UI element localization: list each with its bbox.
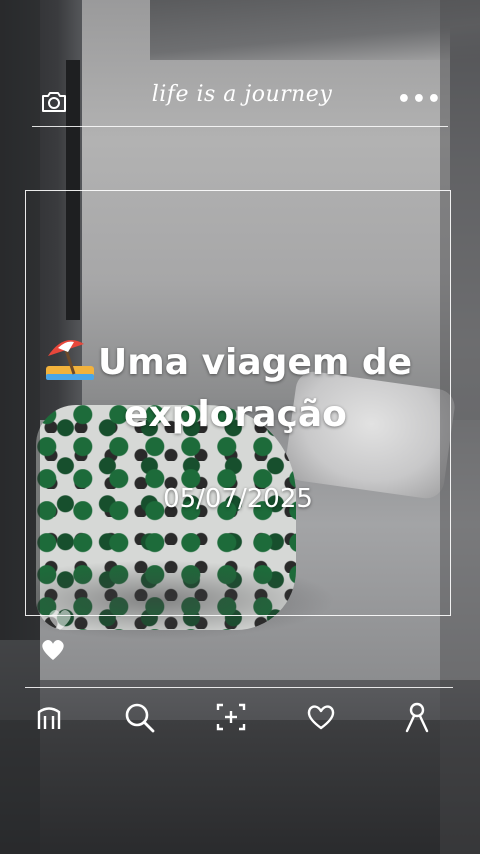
top-bar: life is a journey •••: [32, 80, 448, 126]
profile-icon[interactable]: [397, 697, 437, 737]
heart-icon[interactable]: [301, 697, 341, 737]
headline-text: Uma viagem de: [98, 342, 413, 383]
headline-text-line2: exploração: [124, 394, 347, 435]
floating-hearts: [38, 610, 78, 670]
heart-icon: [42, 640, 64, 660]
page-title: life is a journey: [151, 82, 333, 107]
add-post-icon[interactable]: [211, 697, 251, 737]
more-dots-icon[interactable]: •••: [397, 89, 442, 111]
nav-divider: [25, 687, 453, 688]
beach-umbrella-emoji: [44, 336, 96, 382]
header-divider: [32, 126, 448, 127]
home-icon[interactable]: [29, 697, 69, 737]
bottom-nav: [25, 697, 453, 737]
ceiling: [150, 0, 480, 60]
camera-icon[interactable]: [40, 90, 66, 112]
bottom-dark-area: [0, 720, 480, 854]
post-headline: Uma viagem de exploração: [44, 336, 464, 441]
search-icon[interactable]: [119, 697, 159, 737]
post-date: 05/07/2025: [163, 484, 313, 514]
heart-icon: [49, 610, 71, 630]
